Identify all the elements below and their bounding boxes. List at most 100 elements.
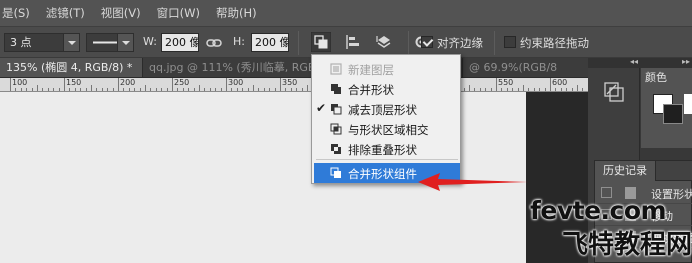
ruler-tick — [301, 88, 303, 91]
menu-item-label: 减去顶层形状 — [348, 103, 417, 117]
ruler-tick — [253, 85, 254, 91]
ruler-tick — [199, 85, 200, 91]
ruler-label: 350 — [282, 78, 298, 87]
dock-collapse-bar[interactable]: ◂◂ ▸▸ — [588, 57, 692, 68]
menu-item-label: 与形状区域相交 — [348, 123, 429, 137]
color-spectrum-strip[interactable] — [684, 94, 692, 114]
ruler-tick — [496, 78, 497, 91]
ruler-tick — [296, 88, 298, 91]
tab-document-2[interactable]: qq.jpg @ 111% (秀川临摹, RGB/8 — [142, 58, 332, 77]
ruler-tick — [134, 88, 136, 91]
ruler-tick — [560, 88, 562, 91]
ruler-tick — [10, 78, 11, 91]
ruler-tick — [550, 78, 551, 91]
menu-bar: 是(S) 滤镜(T) 视图(V) 窗口(W) 帮助(H) — [0, 0, 692, 26]
collapse-arrows-icon[interactable]: ◂◂ — [630, 57, 638, 66]
check-icon: ✔ — [316, 101, 327, 115]
menu-view[interactable]: 视图(V) — [95, 0, 151, 26]
align-edges-checkbox[interactable] — [421, 36, 433, 48]
menu-item-intersect-shape-areas[interactable]: 与形状区域相交 — [312, 119, 460, 139]
background-color-swatch[interactable] — [663, 104, 683, 124]
ruler-tick — [118, 78, 119, 91]
stroke-size-select[interactable]: 3 点 — [4, 33, 80, 52]
stroke-type-select[interactable] — [86, 33, 134, 52]
menu-select[interactable]: 是(S) — [0, 0, 40, 26]
ruler-label: 100 — [12, 78, 28, 87]
stroke-line-icon — [93, 41, 117, 44]
tab-document-3[interactable]: @ 69.9%(RGB/8 — [462, 58, 563, 77]
red-arrow-icon — [418, 173, 528, 191]
ruler-tick — [226, 78, 227, 91]
ruler-tick — [53, 88, 55, 91]
width-label: W: — [143, 35, 157, 48]
properties-panel-icon[interactable] — [602, 80, 626, 104]
ruler-tick — [544, 88, 546, 91]
ruler-label: 600 — [552, 78, 568, 87]
ruler-tick — [528, 88, 530, 91]
ruler-tick — [566, 88, 568, 91]
ruler-tick — [177, 88, 179, 91]
ruler-tick — [101, 88, 103, 91]
path-alignment-icon[interactable] — [343, 32, 363, 52]
ruler-tick — [139, 88, 141, 91]
ruler-tick — [263, 88, 265, 91]
menu-window[interactable]: 窗口(W) — [151, 0, 210, 26]
ruler-label: 550 — [498, 78, 514, 87]
ruler-tick — [474, 88, 476, 91]
divider — [494, 31, 495, 55]
tab-document-1[interactable]: 135% (椭圆 4, RGB/8) * — [0, 58, 142, 77]
combine-shapes-icon — [331, 84, 341, 94]
path-operations-icon[interactable] — [311, 32, 331, 52]
ruler-tick — [258, 88, 260, 91]
stroke-size-value: 3 点 — [10, 36, 32, 49]
menu-item-subtract-front-shape[interactable]: ✔ 减去顶层形状 — [312, 99, 460, 119]
ruler-tick — [150, 88, 152, 91]
ruler-label: 150 — [66, 78, 82, 87]
ruler-tick — [85, 88, 87, 91]
expand-arrows-icon[interactable]: ▸▸ — [682, 57, 690, 66]
ruler-tick — [490, 88, 492, 91]
ruler-tick — [539, 88, 541, 91]
ruler-tick — [512, 88, 514, 91]
width-field[interactable]: 200 像素 — [161, 33, 199, 52]
divider — [298, 31, 299, 55]
menu-help[interactable]: 帮助(H) — [210, 0, 267, 26]
menu-item-label: 排除重叠形状 — [348, 143, 417, 157]
ruler-tick — [269, 88, 271, 91]
height-field[interactable]: 200 像素 — [251, 33, 289, 52]
merge-shape-components-icon — [330, 167, 341, 178]
constrain-path-checkbox[interactable] — [504, 36, 516, 48]
ruler-tick — [128, 88, 130, 91]
ruler-tick — [74, 88, 76, 91]
ruler-tick — [209, 88, 211, 91]
menu-item-exclude-overlapping-shapes[interactable]: 排除重叠形状 — [312, 139, 460, 159]
ruler-tick — [26, 88, 28, 91]
history-panel-header: 历史记录 — [595, 161, 692, 181]
path-arrangement-icon[interactable] — [374, 32, 394, 52]
ruler-tick — [166, 88, 168, 91]
chevron-down-icon — [117, 34, 133, 51]
menu-item-combine-shapes[interactable]: 合并形状 — [312, 79, 460, 99]
color-panel-tab[interactable]: 颜色 — [645, 69, 667, 85]
link-icon[interactable] — [206, 37, 222, 49]
menu-filter[interactable]: 滤镜(T) — [40, 0, 95, 26]
ruler-tick — [145, 85, 146, 91]
ruler-tick — [307, 85, 308, 91]
ruler-tick — [155, 88, 157, 91]
ruler-tick — [69, 88, 71, 91]
horizontal-ruler: 100150200250300350400450500550600 — [0, 78, 588, 92]
ruler-tick — [96, 88, 98, 91]
ruler-label: 200 — [120, 78, 136, 87]
chevron-down-icon — [63, 34, 79, 51]
ruler-label: 250 — [174, 78, 190, 87]
ruler-label: 300 — [228, 78, 244, 87]
ruler-tick — [231, 88, 233, 91]
menu-item-new-layer[interactable]: 新建图层 — [312, 59, 460, 79]
ruler-tick — [517, 88, 519, 91]
height-label: H: — [233, 35, 245, 48]
ruler-tick — [215, 88, 217, 91]
ruler-tick — [582, 88, 584, 91]
ruler-tick — [172, 78, 173, 91]
ruler-tick — [555, 88, 557, 91]
history-panel-tab[interactable]: 历史记录 — [595, 161, 656, 181]
